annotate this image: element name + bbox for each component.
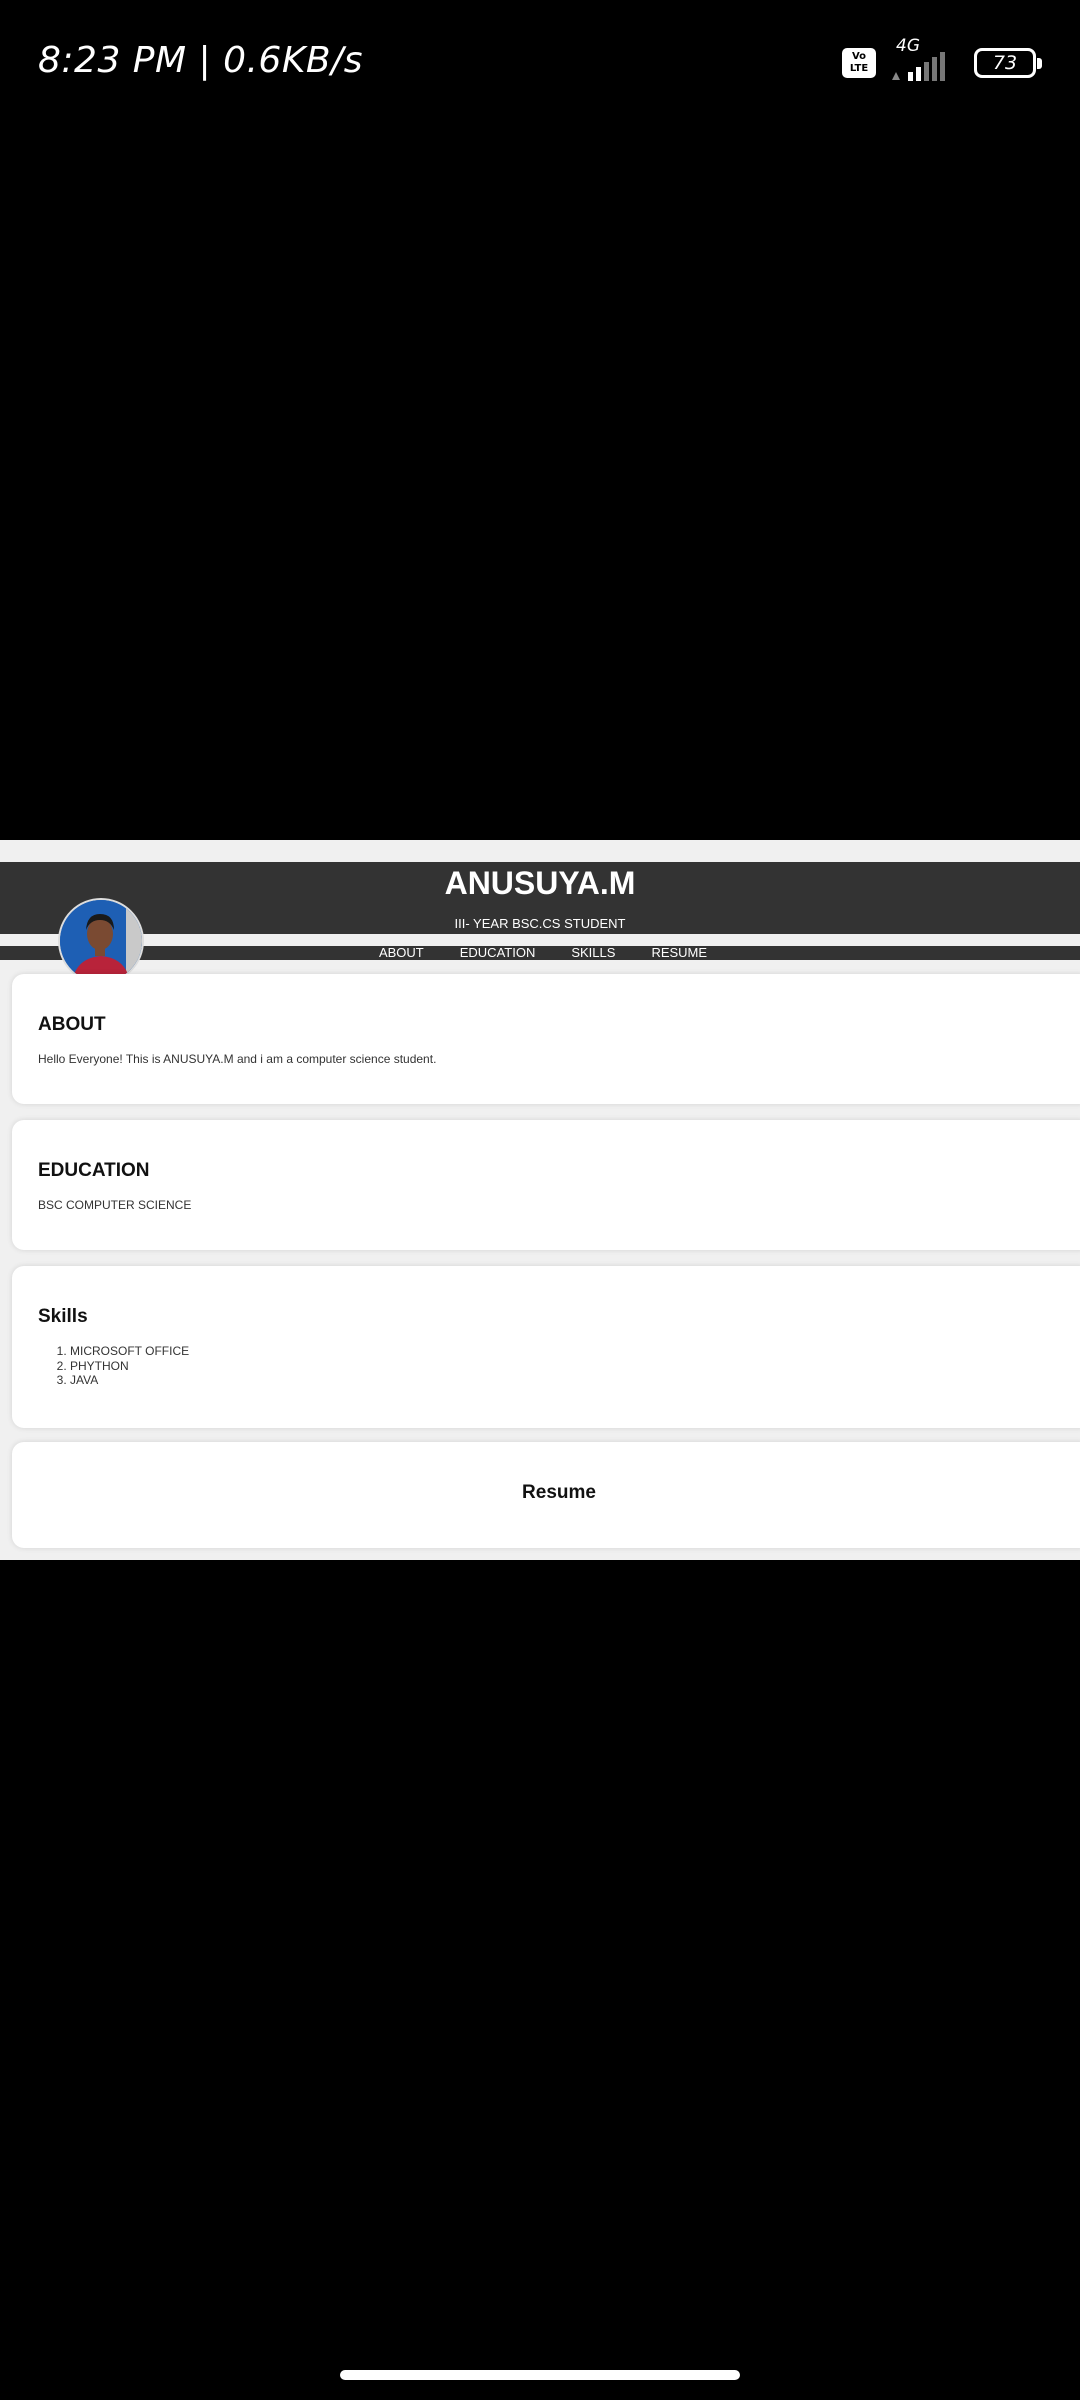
site-nav: ABOUT EDUCATION SKILLS RESUME	[0, 946, 1080, 960]
skills-list: MICROSOFT OFFICE PHYTHON JAVA	[44, 1344, 189, 1388]
profile-avatar	[58, 898, 144, 984]
home-indicator[interactable]	[340, 2370, 740, 2380]
resume-heading: Resume	[522, 1482, 596, 1503]
about-section: ABOUT Hello Everyone! This is ANUSUYA.M …	[12, 974, 1080, 1104]
battery-percentage: 73	[992, 52, 1018, 74]
skills-section: Skills MICROSOFT OFFICE PHYTHON JAVA	[12, 1266, 1080, 1428]
resume-section: Resume	[12, 1442, 1080, 1548]
status-bar: 8:23 PM | 0.6KB/s Vo LTE 4G 73	[0, 0, 1080, 130]
education-section: EDUCATION BSC COMPUTER SCIENCE	[12, 1120, 1080, 1250]
network-indicator: 4G	[890, 36, 960, 84]
nav-link-resume[interactable]: RESUME	[651, 946, 707, 960]
site-title: ANUSUYA.M	[444, 865, 636, 901]
volte-icon: Vo LTE	[842, 48, 876, 78]
education-heading: EDUCATION	[38, 1160, 150, 1181]
nav-link-education[interactable]: EDUCATION	[460, 946, 536, 960]
skill-item: JAVA	[70, 1373, 189, 1388]
skill-item: PHYTHON	[70, 1359, 189, 1374]
status-icons: Vo LTE 4G 73	[842, 36, 1042, 84]
about-heading: ABOUT	[38, 1014, 106, 1035]
skills-heading: Skills	[38, 1306, 88, 1327]
status-time: 8:23 PM | 0.6KB/s	[38, 40, 364, 81]
skill-item: MICROSOFT OFFICE	[70, 1344, 189, 1359]
battery-icon: 73	[974, 48, 1042, 78]
about-text: Hello Everyone! This is ANUSUYA.M and i …	[38, 1052, 437, 1066]
phone-screen: 8:23 PM | 0.6KB/s Vo LTE 4G 73 ANUSUYA.M…	[0, 0, 1080, 2400]
nav-link-skills[interactable]: SKILLS	[571, 946, 615, 960]
nav-link-about[interactable]: ABOUT	[379, 946, 424, 960]
site-subtitle: III- YEAR BSC.CS STUDENT	[454, 916, 626, 931]
site-header: ANUSUYA.M III- YEAR BSC.CS STUDENT	[0, 862, 1080, 934]
battery-tip	[1037, 58, 1042, 69]
education-text: BSC COMPUTER SCIENCE	[38, 1198, 192, 1212]
signal-icon	[892, 52, 945, 81]
portfolio-webpage: ANUSUYA.M III- YEAR BSC.CS STUDENT ABOUT…	[0, 840, 1080, 1560]
profile-photo	[60, 900, 142, 982]
